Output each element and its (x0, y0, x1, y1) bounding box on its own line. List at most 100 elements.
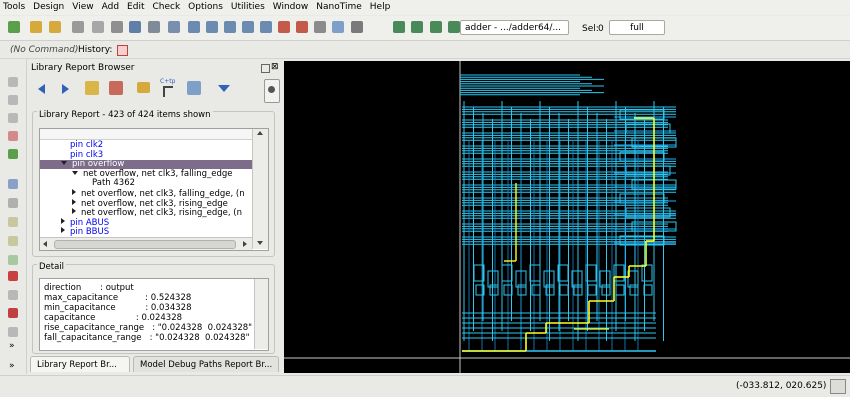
tree-rows: pin clk2 pin clk3 pin overflow net overflow… (40, 141, 252, 249)
layer-tool-icon[interactable] (8, 179, 18, 189)
tree-item[interactable]: pin ABUS (40, 217, 252, 227)
detail-line: fall_capacitance_range : "0.024328 0.024… (44, 333, 250, 343)
open-icon[interactable] (30, 21, 42, 33)
hierarchy-up-icon[interactable] (393, 21, 405, 33)
zoom-next-icon[interactable] (296, 21, 308, 33)
zoom-out-icon[interactable] (206, 21, 218, 33)
clear-icon[interactable] (109, 81, 123, 95)
menu-help[interactable]: Help (366, 0, 395, 15)
route-tool-icon[interactable] (8, 113, 18, 123)
tab-library-report[interactable]: Library Report Br... (30, 356, 130, 372)
menu-view[interactable]: View (68, 0, 97, 15)
back-icon[interactable] (38, 84, 45, 94)
zoom-selection-icon[interactable] (260, 21, 272, 33)
path-tool-icon[interactable] (8, 95, 18, 105)
measure-tool-icon[interactable] (8, 290, 18, 300)
zoom-in-icon[interactable] (188, 21, 200, 33)
detail-scrollbar[interactable] (254, 279, 268, 349)
menu-utilities[interactable]: Utilities (227, 0, 269, 15)
design-combo[interactable]: adder - .../adder64/... (460, 20, 569, 35)
hierarchy-top-icon[interactable] (430, 21, 442, 33)
dropdown-icon[interactable] (218, 85, 230, 92)
erase-tool-icon[interactable] (8, 131, 18, 141)
menu-options[interactable]: Options (184, 0, 227, 15)
tree-item[interactable]: net overflow, net clk3, falling_edge (40, 169, 252, 179)
tree-item[interactable]: Path 4362 (40, 179, 252, 188)
status-bar: (-033.812, 020.625) (0, 375, 850, 397)
hierarchy-down-icon[interactable] (411, 21, 423, 33)
forward-icon[interactable] (62, 84, 69, 94)
menu-nanotime[interactable]: NanoTime (312, 0, 365, 15)
magic-wand-icon[interactable] (85, 81, 99, 95)
library-report-heading: Library Report - 423 of 424 items shown (37, 110, 213, 120)
resize-grip-icon[interactable] (830, 379, 846, 394)
expanded-arrow-icon[interactable] (61, 161, 67, 166)
tree-scrollbar[interactable] (252, 129, 268, 249)
stop-tool-icon[interactable] (8, 308, 18, 318)
scroll-up-icon[interactable] (257, 131, 263, 135)
expanded-arrow-icon[interactable] (72, 170, 78, 175)
print-icon[interactable] (111, 21, 123, 33)
select-icon[interactable] (351, 21, 363, 33)
new-library-icon[interactable] (8, 21, 20, 33)
collapsed-arrow-icon[interactable] (72, 208, 76, 215)
branch-icon[interactable] (163, 86, 173, 97)
probe-tool-icon[interactable] (8, 149, 18, 159)
hscroll-thumb[interactable] (54, 240, 236, 249)
settings-button[interactable] (264, 79, 280, 103)
pan-icon[interactable] (314, 21, 326, 33)
menu-tools[interactable]: Tools (0, 0, 29, 15)
collapsed-arrow-icon[interactable] (61, 227, 65, 234)
net-tool-icon[interactable] (8, 255, 18, 265)
scroll-left-icon[interactable] (43, 241, 47, 247)
zoom-fit-icon[interactable] (224, 21, 236, 33)
close-panel-icon[interactable]: ⊠ (271, 62, 279, 72)
menu-edit[interactable]: Edit (123, 0, 148, 15)
copy-tool-icon[interactable] (8, 327, 18, 337)
hierarchy-push-icon[interactable] (448, 21, 460, 33)
menu-check[interactable]: Check (148, 0, 184, 15)
view-mode-combo[interactable]: full (609, 20, 665, 35)
collapsed-arrow-icon[interactable] (72, 189, 76, 195)
menu-add[interactable]: Add (98, 0, 123, 15)
tree-hscrollbar[interactable] (40, 237, 252, 250)
zoom-area-icon[interactable] (242, 21, 254, 33)
more-tools-icon[interactable]: » (9, 361, 15, 371)
detail-line: min_capacitance : 0.034328 (44, 303, 192, 313)
scroll-down-icon[interactable] (257, 241, 263, 245)
cstp-icon[interactable]: C+tp (160, 78, 175, 85)
refresh-icon[interactable] (332, 21, 344, 33)
list-icon[interactable] (168, 21, 180, 33)
save-icon[interactable] (72, 21, 84, 33)
tree-item[interactable]: pin BBUS (40, 227, 252, 237)
tree-item[interactable]: net overflow, net clk3, rising_edge, (n (40, 208, 252, 218)
layout-view[interactable] (284, 61, 850, 373)
wire-tool-icon[interactable] (8, 77, 18, 87)
save-all-icon[interactable] (92, 21, 104, 33)
grid-icon[interactable] (129, 21, 141, 33)
history-icon[interactable] (117, 45, 128, 56)
zoom-previous-icon[interactable] (278, 21, 290, 33)
layer2-tool-icon[interactable] (8, 198, 18, 208)
layout-canvas[interactable] (284, 61, 850, 373)
collapsed-arrow-icon[interactable] (72, 198, 76, 205)
cell-tool-icon[interactable] (8, 217, 18, 227)
detail-box[interactable]: direction : output max_capacitance : 0.5… (39, 278, 269, 351)
scroll-right-icon[interactable] (243, 241, 247, 247)
menu-window[interactable]: Window (269, 0, 313, 15)
expand-tools-icon[interactable]: » (9, 341, 15, 351)
tab-model-debug-paths[interactable]: Model Debug Paths Report Br... (133, 356, 279, 372)
standard-cell (641, 264, 653, 282)
collapsed-arrow-icon[interactable] (61, 217, 65, 224)
tree-item[interactable]: net overflow, net clk3, falling_edge, (n (40, 189, 252, 199)
expand-tree-icon[interactable] (187, 81, 201, 95)
float-panel-icon[interactable] (261, 64, 270, 73)
report-tree[interactable]: pin clk2 pin clk3 pin overflow net overflow… (39, 128, 269, 251)
tree-item[interactable]: net overflow, net clk3, rising_edge (40, 198, 252, 208)
open-recent-icon[interactable] (49, 21, 61, 33)
open-report-icon[interactable] (137, 82, 150, 93)
menu-design[interactable]: Design (29, 0, 68, 15)
delete-tool-icon[interactable] (8, 271, 18, 281)
inst-tool-icon[interactable] (8, 236, 18, 246)
table-icon[interactable] (148, 21, 160, 33)
